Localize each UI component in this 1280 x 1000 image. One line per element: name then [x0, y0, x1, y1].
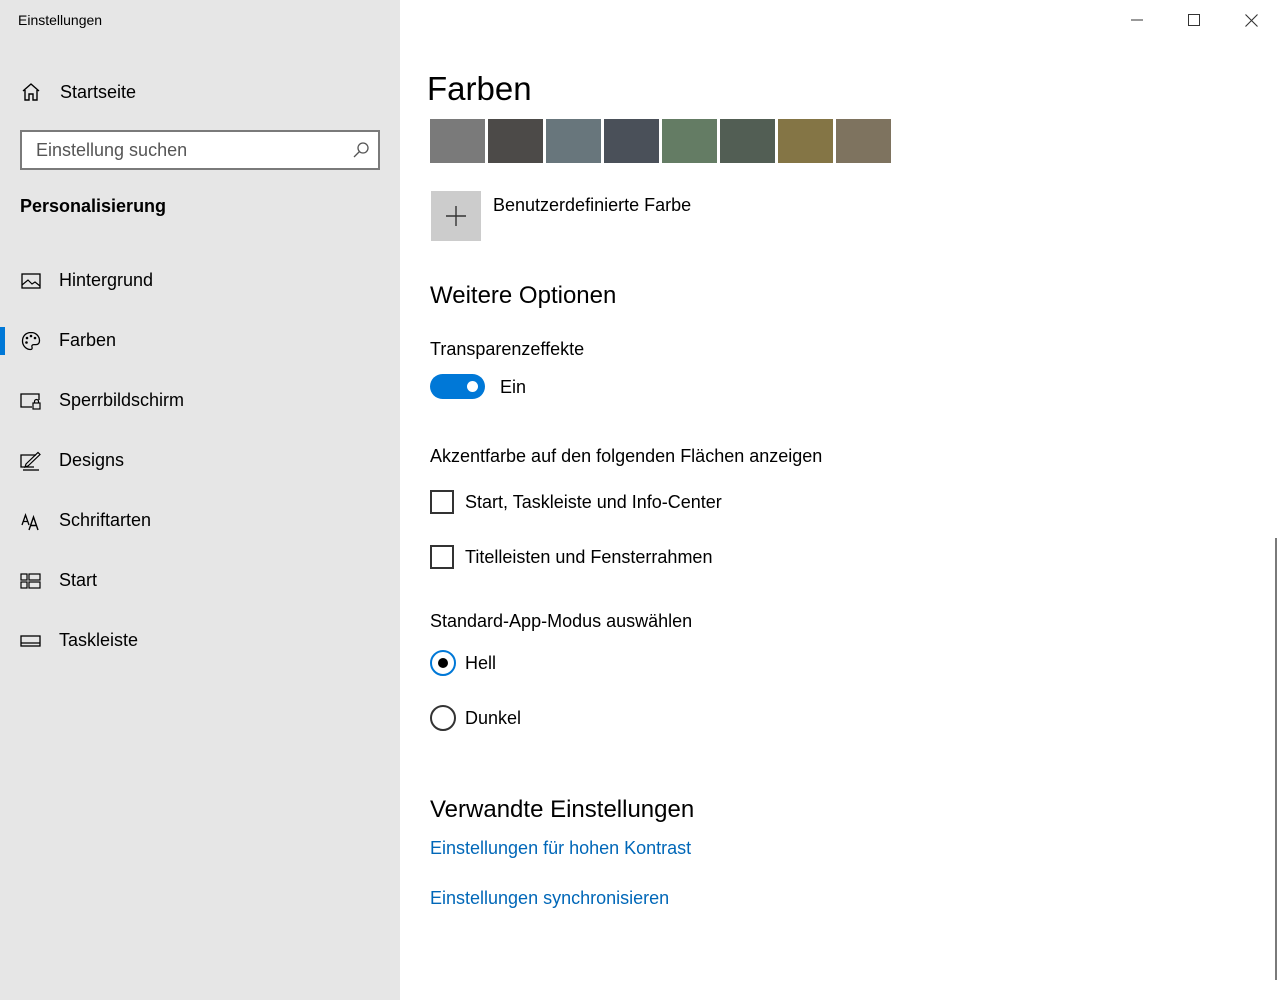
sidebar: Einstellungen Startseite Personalisierun…	[0, 0, 400, 1000]
toggle-state-label: Ein	[500, 377, 527, 397]
sidebar-item-sperrbildschirm[interactable]: Sperrbildschirm	[0, 381, 400, 421]
sidebar-item-label: Hintergrund	[59, 270, 154, 290]
active-indicator	[0, 267, 5, 295]
taskbar-icon	[20, 630, 42, 652]
checkbox-label: Start, Taskleiste und Info-Center	[465, 491, 722, 512]
main-content: Farben Benutzerdefinierte Farbe Weitere …	[400, 0, 1280, 1000]
sidebar-item-schriftarten[interactable]: Schriftarten	[0, 501, 400, 541]
lock-screen-icon	[20, 390, 42, 412]
color-swatch[interactable]	[836, 119, 891, 163]
active-indicator	[0, 507, 5, 535]
app-mode-label: Standard-App-Modus auswählen	[430, 611, 693, 631]
page-title: Farben	[427, 70, 532, 107]
minimize-icon[interactable]	[1109, 0, 1165, 40]
active-indicator	[0, 567, 5, 595]
toggle-knob	[467, 381, 478, 392]
settings-window: Einstellungen Startseite Personalisierun…	[0, 0, 1280, 1000]
radio-circle[interactable]	[430, 705, 456, 731]
close-icon[interactable]	[1223, 0, 1279, 40]
color-swatch[interactable]	[720, 119, 775, 163]
sidebar-item-label: Taskleiste	[59, 630, 139, 650]
active-indicator	[0, 327, 5, 355]
active-indicator	[0, 627, 5, 655]
sidebar-item-label: Designs	[59, 450, 125, 470]
app-title: Einstellungen	[18, 12, 103, 28]
palette-icon	[20, 330, 42, 352]
start-icon	[20, 570, 42, 592]
sidebar-item-taskleiste[interactable]: Taskleiste	[0, 621, 400, 661]
transparency-toggle[interactable]	[430, 374, 485, 399]
sidebar-item-label: Schriftarten	[59, 510, 152, 530]
color-swatches	[430, 119, 891, 163]
sidebar-item-label: Start	[59, 570, 98, 590]
custom-color-label: Benutzerdefinierte Farbe	[493, 195, 692, 215]
active-indicator	[0, 387, 5, 415]
sidebar-item-hintergrund[interactable]: Hintergrund	[0, 261, 400, 301]
color-swatch[interactable]	[662, 119, 717, 163]
home-link[interactable]: Startseite	[20, 78, 136, 106]
custom-color-button[interactable]: Benutzerdefinierte Farbe	[431, 191, 691, 241]
plus-icon	[431, 191, 481, 241]
home-icon	[20, 81, 42, 103]
picture-icon	[20, 270, 42, 292]
checkbox-start-taskbar[interactable]: Start, Taskleiste und Info-Center	[430, 490, 722, 514]
active-indicator	[0, 447, 5, 475]
sidebar-item-designs[interactable]: Designs	[0, 441, 400, 481]
sync-settings-link[interactable]: Einstellungen synchronisieren	[430, 888, 669, 909]
accent-surfaces-label: Akzentfarbe auf den folgenden Flächen an…	[430, 446, 823, 466]
checkbox-title-bars[interactable]: Titelleisten und Fensterrahmen	[430, 545, 712, 569]
checkbox-box[interactable]	[430, 490, 454, 514]
related-settings-heading: Verwandte Einstellungen	[430, 796, 695, 823]
search-input[interactable]	[22, 132, 346, 168]
sidebar-item-label: Sperrbildschirm	[59, 390, 185, 410]
more-options-heading: Weitere Optionen	[430, 282, 617, 309]
sidebar-item-start[interactable]: Start	[0, 561, 400, 601]
high-contrast-link[interactable]: Einstellungen für hohen Kontrast	[430, 838, 691, 859]
radio-circle[interactable]	[430, 650, 456, 676]
scrollbar[interactable]	[1275, 538, 1277, 980]
checkbox-label: Titelleisten und Fensterrahmen	[465, 546, 713, 567]
color-swatch[interactable]	[430, 119, 485, 163]
search-icon[interactable]	[352, 141, 370, 159]
sidebar-item-farben[interactable]: Farben	[0, 321, 400, 361]
radio-dunkel[interactable]: Dunkel	[430, 705, 521, 731]
sidebar-item-label: Farben	[59, 330, 117, 350]
transparency-label: Transparenzeffekte	[430, 339, 585, 359]
color-swatch[interactable]	[488, 119, 543, 163]
designs-icon	[20, 450, 42, 472]
radio-hell[interactable]: Hell	[430, 650, 496, 676]
checkbox-box[interactable]	[430, 545, 454, 569]
maximize-icon[interactable]	[1166, 0, 1222, 40]
color-swatch[interactable]	[778, 119, 833, 163]
fonts-icon	[20, 510, 42, 532]
radio-label: Hell	[465, 652, 497, 673]
radio-label: Dunkel	[465, 707, 522, 728]
section-title: Personalisierung	[20, 196, 167, 216]
search-box[interactable]	[20, 130, 380, 170]
color-swatch[interactable]	[604, 119, 659, 163]
color-swatch[interactable]	[546, 119, 601, 163]
home-label: Startseite	[60, 81, 137, 102]
